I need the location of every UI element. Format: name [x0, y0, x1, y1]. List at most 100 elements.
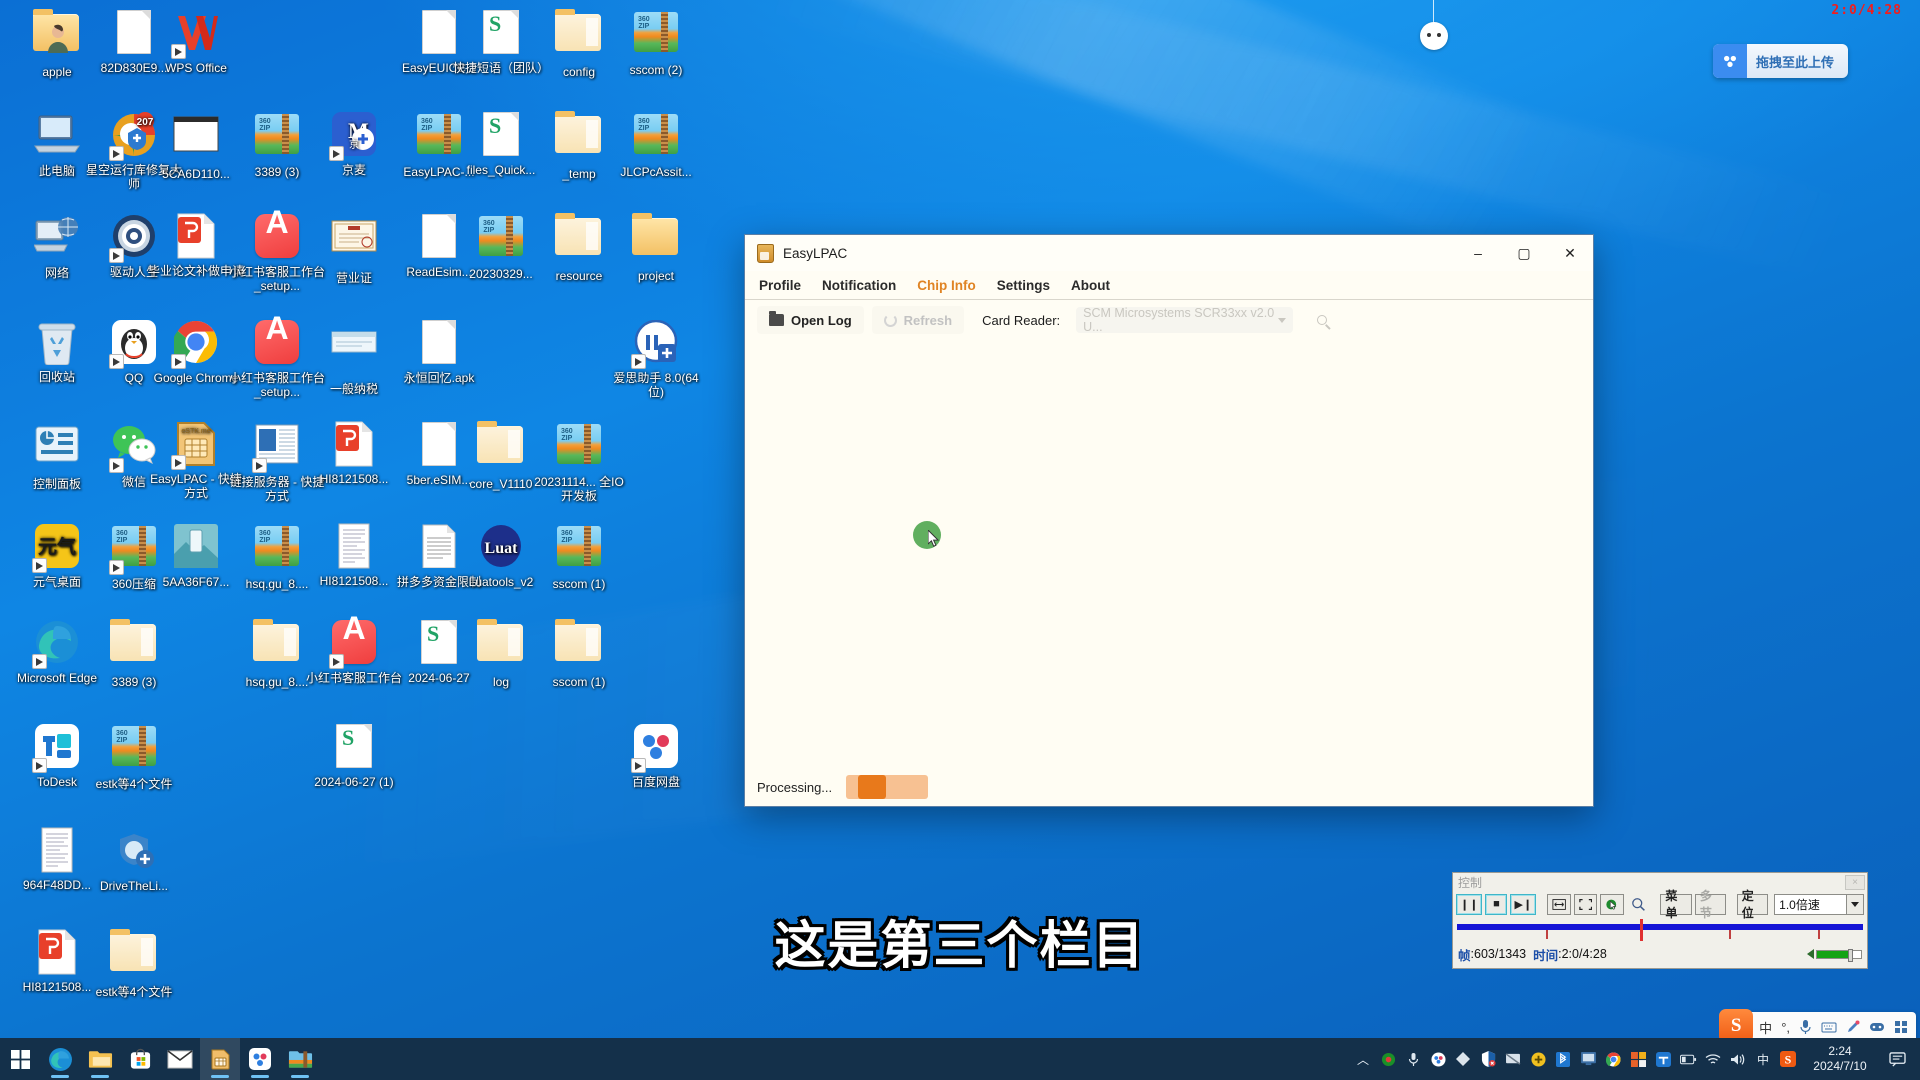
baidu-netdisk-icon[interactable]	[240, 1038, 280, 1080]
card-reader-search-button[interactable]	[1307, 307, 1337, 333]
locate-button[interactable]: 定位	[1736, 889, 1769, 920]
video-panel-toolbar[interactable]: ❙❙ ■ ▶❙ 菜单 多节 定位 1.0倍速	[1453, 889, 1867, 920]
baidu-icon[interactable]	[1426, 1038, 1450, 1080]
video-status-row: 帧 : 603/1343 时间 : 2:0/4:28	[1453, 943, 1867, 965]
desktop-icon[interactable]: 小红书客服工作台	[305, 618, 403, 686]
desktop-icon[interactable]: 一般纳税	[305, 318, 403, 397]
mic-icon[interactable]	[1401, 1038, 1425, 1080]
chevron-up-icon[interactable]: ︿	[1351, 1038, 1375, 1080]
taskbar-clock[interactable]: 2:24 2024/7/10	[1801, 1044, 1879, 1074]
minimize-button[interactable]: –	[1455, 235, 1501, 271]
video-playhead[interactable]	[1639, 919, 1643, 941]
mic-icon[interactable]	[1799, 1019, 1812, 1035]
pause-button[interactable]: ❙❙	[1456, 893, 1483, 915]
mail-icon[interactable]	[160, 1038, 200, 1080]
menu-item-profile[interactable]: Profile	[759, 278, 801, 293]
step-forward-button[interactable]: ▶❙	[1510, 893, 1537, 915]
window-toolbar[interactable]: Open Log Refresh Card Reader: SCM Micros…	[745, 300, 1593, 340]
ime-punctuation-toggle[interactable]: °,	[1781, 1020, 1790, 1035]
multi-section-button[interactable]: 多节	[1694, 889, 1727, 920]
desktop-icon[interactable]: sscom (1)	[530, 522, 628, 592]
desktop-icon[interactable]: 永恒回忆.apk	[390, 318, 488, 386]
luat-icon: Luat	[477, 524, 525, 572]
zip-icon	[632, 114, 680, 162]
desktop-icon[interactable]: 3389 (3)	[85, 618, 183, 690]
bluetooth-icon[interactable]	[1551, 1038, 1575, 1080]
fit-width-button[interactable]	[1546, 893, 1571, 915]
desktop-icon[interactable]: 2024-06-27 (1)	[305, 722, 403, 790]
game-icon[interactable]	[1869, 1021, 1885, 1033]
desktop-icon[interactable]: sscom (2)	[607, 8, 705, 78]
fullscreen-button[interactable]	[1573, 893, 1598, 915]
ime-language-toggle[interactable]: 中	[1759, 1018, 1772, 1037]
desktop-icon[interactable]: JLCPcAssit...	[607, 110, 705, 180]
chrome-icon[interactable]	[1601, 1038, 1625, 1080]
menu-item-notification[interactable]: Notification	[822, 278, 896, 293]
desktop-icon[interactable]: HI8121508...	[305, 522, 403, 589]
playback-speed-select[interactable]: 1.0倍速	[1774, 893, 1865, 915]
desktop-icon[interactable]: M京京麦	[305, 110, 403, 178]
diamond-icon[interactable]	[1451, 1038, 1475, 1080]
keyboard-icon[interactable]	[1821, 1021, 1837, 1034]
svg-text:S: S	[1785, 1053, 1792, 1067]
video-seek-track[interactable]	[1457, 919, 1863, 943]
menu-item-chip-info[interactable]: Chip Info	[917, 278, 975, 293]
edge-icon	[32, 620, 81, 669]
zoom-button[interactable]	[1627, 894, 1650, 915]
easylpac-icon[interactable]	[200, 1038, 240, 1080]
start-button[interactable]	[0, 1038, 40, 1080]
desktop-icon[interactable]: 营业证	[305, 212, 403, 286]
menu-item-settings[interactable]: Settings	[997, 278, 1050, 293]
desktop-icon[interactable]: 20231114... 全IO开发板	[530, 420, 628, 503]
sogou-icon[interactable]: S	[1776, 1038, 1800, 1080]
easylpac-window[interactable]: EasyLPAC – ▢ ✕ Profile Notification Chip I…	[744, 234, 1594, 807]
microsoft-store-icon[interactable]	[120, 1038, 160, 1080]
window-menubar[interactable]: Profile Notification Chip Info Settings Abou…	[745, 271, 1593, 299]
screen-icon[interactable]	[1501, 1038, 1525, 1080]
ime-language-indicator[interactable]: 中	[1751, 1038, 1775, 1080]
video-panel-close-button[interactable]: ×	[1845, 874, 1865, 890]
desktop-icon[interactable]: project	[607, 212, 705, 284]
shortcut-arrow-icon	[171, 44, 186, 59]
volume-slider[interactable]	[1816, 948, 1862, 962]
apps-icon[interactable]	[1894, 1020, 1908, 1034]
monitor-icon[interactable]	[1576, 1038, 1600, 1080]
window-titlebar[interactable]: EasyLPAC – ▢ ✕	[745, 235, 1593, 271]
card-reader-select[interactable]: SCM Microsystems SCR33xx v2.0 U...	[1076, 306, 1294, 334]
menu-item-about[interactable]: About	[1071, 278, 1110, 293]
taskbar[interactable]: ︿ 中 S 2:24 2024/7/10	[0, 1038, 1920, 1080]
wifi-icon[interactable]	[1701, 1038, 1725, 1080]
refresh-button[interactable]: Refresh	[872, 306, 964, 334]
volume-icon[interactable]	[1726, 1038, 1750, 1080]
pen-icon[interactable]	[1846, 1020, 1860, 1034]
notification-icon[interactable]	[1880, 1038, 1914, 1080]
menu-button[interactable]: 菜单	[1660, 889, 1692, 920]
security-icon[interactable]	[1376, 1038, 1400, 1080]
desktop-icon[interactable]: sscom (1)	[530, 618, 628, 690]
desktop-icon-label: estk等4个文件	[95, 985, 173, 999]
volume-control[interactable]	[1807, 948, 1862, 962]
close-button[interactable]: ✕	[1547, 235, 1593, 271]
todesk-icon[interactable]	[1651, 1038, 1675, 1080]
desktop-icon[interactable]: HI8121508...	[305, 420, 403, 487]
file-explorer-icon[interactable]	[80, 1038, 120, 1080]
system-tray[interactable]: ︿ 中 S 2:24 2024/7/10	[1351, 1038, 1920, 1080]
desktop-icon[interactable]: 百度网盘	[607, 722, 705, 790]
battery-icon[interactable]	[1676, 1038, 1700, 1080]
volume-knob[interactable]	[1848, 948, 1854, 962]
desktop-icon[interactable]: WPS Office	[147, 8, 245, 76]
cursor-highlight-button[interactable]	[1600, 893, 1624, 915]
desktop-icon[interactable]: estk等4个文件	[85, 722, 183, 792]
open-log-button[interactable]: Open Log	[757, 306, 864, 334]
plus-icon[interactable]	[1526, 1038, 1550, 1080]
desktop-icon[interactable]: 爱思助手 8.0(64位)	[607, 318, 705, 399]
edge-icon[interactable]	[40, 1038, 80, 1080]
maximize-button[interactable]: ▢	[1501, 235, 1547, 271]
zip-folder-icon[interactable]	[280, 1038, 320, 1080]
stop-button[interactable]: ■	[1485, 893, 1508, 915]
defender-icon[interactable]	[1476, 1038, 1500, 1080]
chrome-icon	[171, 320, 220, 369]
desktop-icon[interactable]: DriveTheLi...	[85, 826, 183, 894]
office-icon[interactable]	[1626, 1038, 1650, 1080]
video-control-panel[interactable]: 控制 × ❙❙ ■ ▶❙ 菜单 多节 定位 1.0倍速 帧: 603/1343…	[1452, 872, 1868, 969]
